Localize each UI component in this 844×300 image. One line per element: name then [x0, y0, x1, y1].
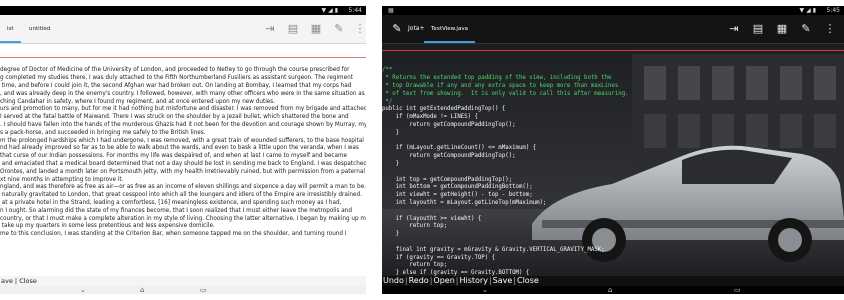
document-line: n I ought. So alarming did the state of … — [0, 207, 352, 214]
code-editor-area[interactable]: /** * Returns the extended top padding o… — [382, 44, 844, 276]
status-icons: ▼◢▮ — [321, 7, 340, 14]
code-line: /** — [382, 67, 393, 74]
paste-icon[interactable]: ▦ — [308, 21, 324, 37]
copy-icon[interactable]: ▤ — [285, 21, 301, 37]
document-line: m the prolonged hardships which I had un… — [0, 137, 364, 144]
code-line: public int getExtendedPaddingTop() { — [382, 106, 506, 113]
copy-icon[interactable]: ▤ — [750, 21, 766, 37]
history-button[interactable]: History — [459, 276, 487, 285]
app-logo-icon: ✎ — [392, 22, 402, 35]
open-button[interactable]: Open — [433, 276, 454, 285]
document-line: I served at the fatal battle of Maiwand.… — [0, 114, 349, 121]
status-time: 5:45 — [826, 7, 840, 14]
bottom-command-bar: ave | Close — [0, 276, 366, 286]
paste-icon[interactable]: ▦ — [774, 21, 790, 37]
recent-apps-icon[interactable]: ▭ — [200, 286, 207, 294]
document-line: country, or that I must make a complete … — [0, 215, 366, 222]
home-icon[interactable]: ⌂ — [608, 286, 612, 294]
code-line: */ — [382, 98, 393, 105]
code-line: int viewht = getHeight() - top - bottom; — [382, 192, 533, 199]
document-line: urs and promotion to many, but for me it… — [0, 106, 366, 113]
close-button[interactable]: Close — [517, 276, 539, 285]
current-line-indicator — [382, 50, 844, 51]
right-editor-panel: ▦ ▼◢▮ 5:45 ✎ Jota+ TextView.java ⇥ ▤ ▦ ✎… — [382, 6, 844, 294]
code-line: int bottom = getCompoundPaddingBottom(); — [382, 184, 533, 191]
back-icon[interactable]: ⌄ — [482, 286, 488, 294]
code-line: final int gravity = mGravity & Gravity.V… — [382, 246, 605, 253]
overflow-menu-icon[interactable]: ⋮ — [352, 21, 366, 37]
code-line: if (gravity == Gravity.TOP) { — [382, 254, 495, 261]
code-line: } — [382, 160, 400, 167]
redo-button[interactable]: Redo — [409, 276, 429, 285]
current-line-indicator — [0, 57, 366, 58]
document-line: me to this conclusion, I was standing at… — [0, 231, 347, 238]
code-line: if (mLayout.getLineCount() <= mMaximum) … — [382, 145, 537, 152]
status-icons: ▼◢▮ — [799, 7, 818, 14]
export-icon[interactable]: ⇥ — [726, 21, 742, 37]
code-line: * of text from showing. It is only valid… — [382, 90, 629, 97]
pencil-icon[interactable]: ✎ — [331, 21, 347, 37]
status-bar: ▦ ▼◢▮ 5:45 — [382, 6, 844, 15]
left-editor-panel: ▼◢▮ 5:44 ist untitled ⇥ ▤ ▦ ✎ ⋮ degree o… — [0, 6, 366, 294]
tab-ist[interactable]: ist — [0, 15, 21, 43]
code-line: return top; — [382, 262, 448, 269]
code-line: return top; — [382, 223, 448, 230]
document-line: time, and before I could join it, the se… — [0, 82, 352, 89]
overflow-menu-icon[interactable]: ⋮ — [822, 21, 838, 37]
undo-button[interactable]: Undo — [383, 276, 404, 285]
back-icon[interactable]: ⌄ — [80, 286, 86, 294]
code-line: } — [382, 129, 400, 136]
document-line: naturally gravitated to London, that gre… — [0, 192, 362, 199]
document-line: ngland, and was therefore as free as air… — [0, 184, 366, 191]
document-line: at a private hotel in the Strand, leadin… — [0, 199, 342, 206]
navigation-bar: ⌄ ⌂ ▭ — [0, 286, 366, 294]
home-icon[interactable]: ⌂ — [140, 286, 144, 294]
document-line: ching Candahar in safety, where I found … — [0, 98, 276, 105]
status-bar: ▼◢▮ 5:44 — [0, 6, 366, 15]
code-line: return getCompoundPaddingTop(); — [382, 153, 516, 160]
close-button[interactable]: Close — [19, 277, 37, 285]
document-line: xt nine months in attempting to improve … — [0, 176, 124, 183]
bottom-command-bar: Undo|Redo|Open|History|Save|Close — [382, 276, 844, 286]
tab-untitled[interactable]: untitled — [22, 15, 57, 43]
document-line: degree of Doctor of Medicine of the Univ… — [0, 67, 350, 74]
document-line: take up my quarters in some less pretent… — [0, 223, 215, 230]
document-line: nd had already improved so far as to be … — [0, 145, 359, 152]
pencil-icon[interactable]: ✎ — [798, 21, 814, 37]
document-line: . I should have fallen into the hands of… — [0, 121, 366, 128]
navigation-bar: ⌄ ⌂ ▭ — [382, 286, 844, 294]
status-time: 5:44 — [348, 7, 362, 14]
document-line: and emaciated that a medical board deter… — [0, 160, 366, 167]
code-line: } — [382, 231, 400, 238]
code-line: int layoutht = mLayout.getLineTop(mMaxim… — [382, 199, 547, 206]
document-line: that curse of our Indian possessions. Fo… — [0, 153, 348, 160]
document-line: s a pack-horse, and succeeded in bringin… — [0, 129, 206, 136]
command-separator: | — [14, 277, 18, 285]
document-line: Orontes, and landed a month later on Por… — [0, 168, 365, 175]
code-line: if (mMaxMode != LINES) { — [382, 114, 478, 121]
action-bar: ist untitled ⇥ ▤ ▦ ✎ ⋮ — [0, 15, 366, 44]
action-bar: ✎ Jota+ TextView.java ⇥ ▤ ▦ ✎ ⋮ — [382, 15, 844, 44]
code-line: * top Drawable if any and any extra spac… — [382, 82, 619, 89]
open-icon[interactable]: ⇥ — [262, 21, 278, 37]
code-line: int top = getCompoundPaddingTop(); — [382, 176, 513, 183]
document-line: , and was already deep in the enemy's co… — [0, 90, 365, 97]
recent-apps-icon[interactable]: ▭ — [734, 286, 741, 294]
notification-icon: ▦ — [388, 7, 394, 14]
app-name: Jota+ — [408, 25, 425, 32]
code-line: return getCompoundPaddingTop(); — [382, 121, 516, 128]
code-line: if (layoutht >= viewht) { — [382, 215, 482, 222]
tab-textview-java[interactable]: TextView.java — [424, 15, 475, 43]
save-button[interactable]: ave — [1, 277, 13, 285]
save-button[interactable]: Save — [493, 276, 513, 285]
code-line: * Returns the extended top padding of th… — [382, 75, 612, 82]
document-text-area[interactable]: degree of Doctor of Medicine of the Univ… — [0, 44, 366, 276]
document-line: g completed my studies there, I was duly… — [0, 75, 353, 82]
